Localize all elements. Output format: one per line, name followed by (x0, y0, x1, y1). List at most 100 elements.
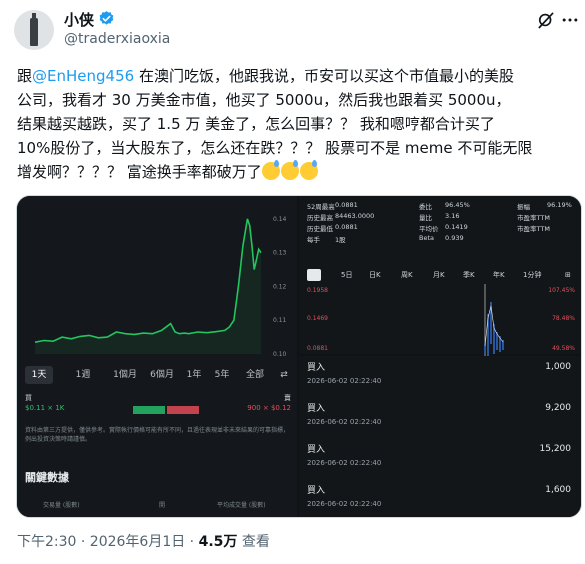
trade-row: 買入 2026-06-02 02:22:40 9,200 (307, 401, 575, 437)
view-count: 4.5万 (198, 534, 238, 550)
mention-link[interactable]: @EnHeng456 (32, 67, 134, 85)
stat-cell: 3.16 (445, 212, 460, 220)
sell-label: 賣 (284, 394, 291, 402)
kline-tab[interactable]: 日K (369, 268, 381, 282)
kline-tabs: 5日 日K 周K 月K 季K 年K 1分钟 ⊞ (303, 268, 581, 282)
grid-icon[interactable]: ⊞ (565, 268, 571, 282)
trade-time: 2026-06-02 02:22:40 (307, 500, 382, 508)
layout-toggle-icon[interactable] (307, 269, 321, 281)
tweet-line-4: 10%股份了，当大股东了，怎么还在跌？？？ 股票可不是 meme 不可能无限 (17, 139, 533, 157)
tweet-meta: 下午2:30 · 2026年6月1日 · 4.5万 查看 (17, 531, 270, 551)
price-chart: 0.14 0.13 0.12 0.11 0.10 (34, 216, 287, 358)
disclaimer-text: 資料由第三方提供，僅供參考。實際執行價格可能有所不同，且過往表現並非未來結果的可… (25, 427, 290, 443)
sweat-smile-emoji-icon (261, 160, 280, 180)
kline-axis-label: 0.1958 (307, 287, 328, 294)
y-tick-label: 0.11 (273, 317, 287, 324)
range-tab[interactable]: 1年 (185, 366, 203, 384)
kline-axis-label: 0.1469 (307, 315, 328, 322)
stat-cell: 96.19% (547, 201, 572, 209)
stat-cell: 历史最低 (307, 225, 333, 233)
range-tabs: 1天 1週 1個月 6個月 1年 5年 全部 ⇄ (25, 366, 293, 386)
stock-chart-screenshot[interactable]: 0.14 0.13 0.12 0.11 0.10 1天 1週 1個月 6個月 1年 5年 全部 ⇄ 買… (17, 196, 297, 517)
key-data-title: 關鍵數據 (25, 471, 69, 484)
kline-axis-label: 107.45% (548, 287, 575, 294)
stat-cell: 平均价 (419, 225, 439, 233)
stat-cell: 每手 (307, 236, 320, 244)
tweet-line-2: 公司，我看才 30 万美金市值，他买了 5000u，然后我也跟着买 5000u， (17, 91, 511, 109)
tweet-prefix: 跟 (17, 67, 33, 85)
kline-tab[interactable]: 月K (433, 268, 445, 282)
stat-cell: 委比 (419, 203, 432, 211)
trade-qty: 1,000 (545, 362, 571, 372)
key-col-volume: 交易量 (股數) (43, 502, 80, 509)
author-handle[interactable]: @traderxiaoxia (64, 31, 170, 47)
sell-bar (167, 406, 199, 414)
sweat-smile-emoji-icon (280, 160, 299, 180)
stat-cell: 市盈率TTM (517, 225, 550, 233)
tweet-line-3: 结果越买越跌，买了 1.5 万 美金了，怎么回事？？ 我和嗯哼都合计买了 (17, 115, 495, 133)
stat-cell: - (547, 212, 550, 220)
stat-cell: 96.45% (445, 201, 470, 209)
trades-screenshot[interactable]: 買入 2026-06-02 02:22:40 1,000 買入 2026-06-02 0… (299, 356, 581, 517)
key-col-open: 開 (159, 502, 166, 509)
stat-cell: 0.0881 (335, 201, 358, 209)
tweet-line-1: 跟@EnHeng456 在澳门吃饭，他跟我说，币安可以买这个市值最小的美股 (17, 64, 577, 88)
stat-cell: 84463.0000 (335, 212, 375, 220)
chart-settings-icon[interactable]: ⇄ (277, 366, 291, 384)
kline-axis-label: 49.58% (552, 345, 575, 352)
range-tab[interactable]: 6個月 (147, 366, 177, 384)
trade-side: 買入 (307, 404, 326, 414)
sweat-smile-emoji-icon (299, 160, 318, 180)
y-tick-label: 0.12 (273, 283, 287, 290)
tweet-body: 跟@EnHeng456 在澳门吃饭，他跟我说，币安可以买这个市值最小的美股 公司… (17, 64, 577, 184)
stat-cell: 量比 (419, 214, 432, 222)
author-name[interactable]: 小侠 (64, 9, 94, 30)
y-tick-label: 0.10 (273, 351, 287, 358)
range-tab[interactable]: 1個月 (109, 366, 141, 384)
tweet-line-1-text: 在澳门吃饭，他跟我说，币安可以买这个市值最小的美股 (134, 67, 514, 85)
trade-qty: 1,600 (545, 485, 571, 495)
media-grid[interactable]: 0.14 0.13 0.12 0.11 0.10 1天 1週 1個月 6個月 1年 5年 全部 ⇄ 買… (16, 195, 582, 518)
price-line (34, 218, 262, 343)
tweet-line-5: 增发啊？？？？ 富途换手率都破万了 (17, 163, 262, 181)
stat-cell: 振幅 (517, 203, 530, 211)
views-label: 查看 (237, 534, 270, 550)
range-tab[interactable]: 1天 (25, 366, 53, 384)
tweet-header: 小侠 @traderxiaoxia (0, 0, 585, 60)
trade-row: 買入 2026-06-02 02:22:40 15,200 (307, 442, 575, 478)
stats-screenshot[interactable]: 5日 日K 周K 月K 季K 年K 1分钟 ⊞ 0.1958 0.1469 0.0881 107.4… (299, 196, 581, 364)
kline-axis-label: 0.0881 (307, 345, 328, 352)
kline-tab[interactable]: 周K (401, 268, 413, 282)
range-tab[interactable]: 5年 (213, 366, 231, 384)
trade-row: 買入 2026-06-02 02:22:40 1,600 (307, 483, 575, 517)
key-col-avg-volume: 平均成交量 (股數) (217, 502, 266, 509)
kline-tab[interactable]: 季K (463, 268, 475, 282)
buy-label: 買 (25, 394, 32, 402)
grok-icon[interactable] (536, 10, 556, 30)
range-tab[interactable]: 1週 (73, 366, 93, 384)
kline-axis-label: 78.48% (552, 315, 575, 322)
more-options-icon[interactable] (560, 10, 580, 30)
kline-tab[interactable]: 年K (493, 268, 505, 282)
stat-cell: 0.0881 (335, 223, 358, 231)
kline-tab[interactable]: 5日 (341, 268, 352, 282)
kline-tab[interactable]: 1分钟 (523, 268, 541, 282)
y-tick-label: 0.14 (273, 216, 287, 223)
stat-cell: 0.939 (445, 234, 464, 242)
buy-value: $0.11 × 1K (25, 404, 65, 412)
y-tick-label: 0.13 (273, 250, 287, 257)
avatar[interactable] (14, 10, 54, 50)
buy-bar (133, 406, 165, 414)
stat-cell: Beta (419, 234, 434, 242)
trade-time: 2026-06-02 02:22:40 (307, 418, 382, 426)
stat-cell: 1股 (335, 236, 346, 244)
stat-cell: - (547, 223, 550, 231)
post-time[interactable]: 下午2:30 · 2026年6月1日 · (17, 534, 199, 550)
trade-side: 買入 (307, 445, 326, 455)
stat-cell: 历史最高 (307, 214, 333, 222)
sell-value: 900 × $0.12 (247, 404, 291, 412)
trade-qty: 9,200 (545, 403, 571, 413)
trade-side: 買入 (307, 486, 326, 496)
stat-cell: 市盈率TTM (517, 214, 550, 222)
range-tab[interactable]: 全部 (243, 366, 267, 384)
